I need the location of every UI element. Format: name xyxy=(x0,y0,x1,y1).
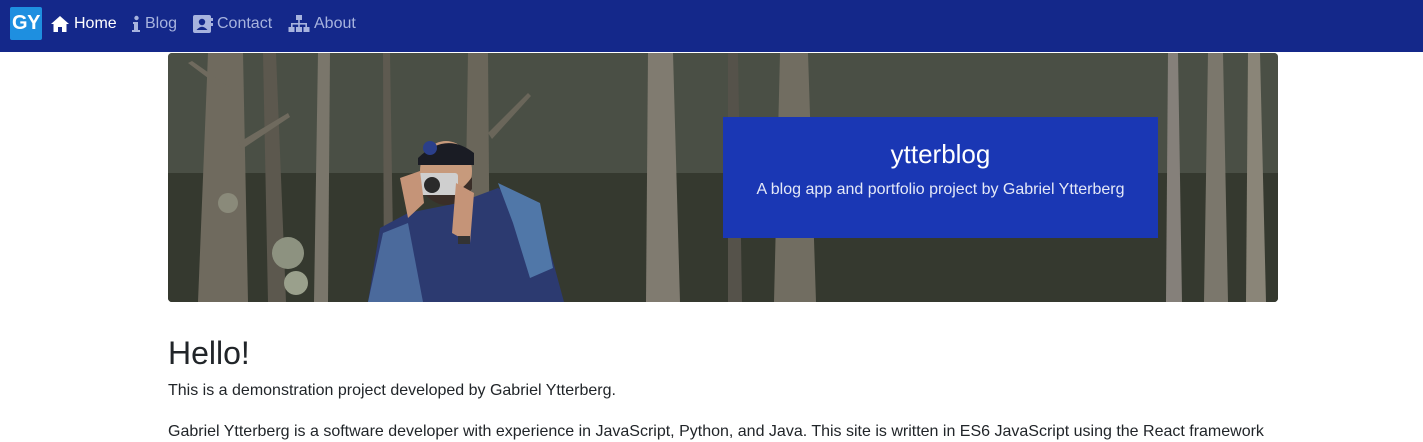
nav-item-label: Home xyxy=(74,15,117,32)
hero-title: ytterblog xyxy=(890,139,991,169)
nav-item-contact[interactable]: Contact xyxy=(193,12,272,36)
info-icon xyxy=(132,15,140,32)
intro-paragraph: This is a demonstration project develope… xyxy=(168,382,616,399)
nav-item-home[interactable]: Home xyxy=(50,12,117,36)
nav-item-label: Blog xyxy=(145,15,178,32)
contact-card-icon xyxy=(193,15,213,33)
hero-subtitle: A blog app and portfolio project by Gabr… xyxy=(756,181,1125,198)
hero-title-box: ytterblog A blog app and portfolio proje… xyxy=(723,117,1158,238)
bio-paragraph: Gabriel Ytterberg is a software develope… xyxy=(168,423,1264,440)
nav-item-about[interactable]: About xyxy=(288,12,356,36)
site-logo[interactable]: GY xyxy=(10,7,42,40)
top-navbar: GY Home Blog Contact About xyxy=(0,0,1423,52)
hero-banner: ytterblog A blog app and portfolio proje… xyxy=(168,53,1278,302)
nav-item-blog[interactable]: Blog xyxy=(131,12,177,36)
page-heading: Hello! xyxy=(168,335,250,371)
home-icon xyxy=(51,16,69,32)
sitemap-icon xyxy=(288,15,310,32)
nav-item-label: About xyxy=(314,15,356,32)
nav-item-label: Contact xyxy=(217,15,273,32)
